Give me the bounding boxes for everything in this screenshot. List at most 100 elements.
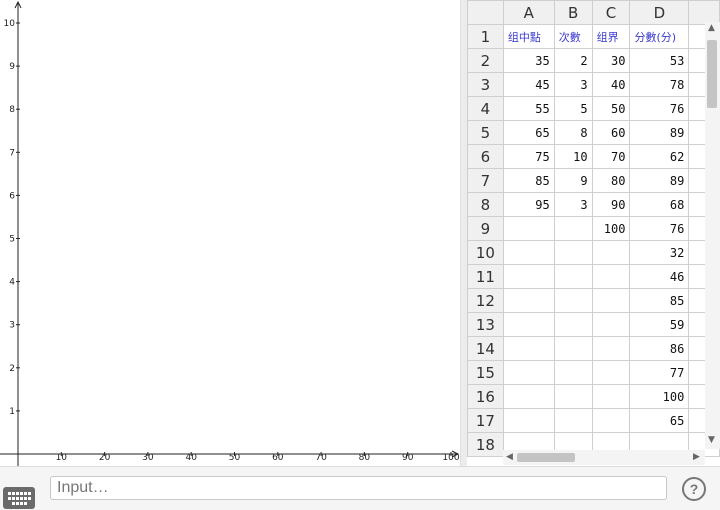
data-cell[interactable]: 95 bbox=[502, 192, 555, 217]
row-header[interactable]: 11 bbox=[467, 264, 504, 289]
data-cell[interactable]: 9 bbox=[553, 168, 593, 193]
data-cell[interactable]: 76 bbox=[629, 96, 690, 121]
data-cell[interactable] bbox=[553, 408, 593, 433]
data-cell[interactable] bbox=[553, 336, 593, 361]
data-cell[interactable]: 65 bbox=[502, 120, 555, 145]
data-cell[interactable]: 78 bbox=[629, 72, 690, 97]
row-header[interactable]: 17 bbox=[467, 408, 504, 433]
data-cell[interactable]: 30 bbox=[591, 48, 631, 73]
data-cell[interactable]: 10 bbox=[553, 144, 593, 169]
data-cell[interactable]: 100 bbox=[629, 384, 690, 409]
data-cell[interactable]: 77 bbox=[629, 360, 690, 385]
data-cell[interactable] bbox=[502, 408, 555, 433]
data-cell[interactable]: 80 bbox=[591, 168, 631, 193]
data-cell[interactable] bbox=[502, 360, 555, 385]
vertical-scroll-thumb[interactable] bbox=[707, 40, 717, 108]
row-header[interactable]: 12 bbox=[467, 288, 504, 313]
data-cell[interactable] bbox=[553, 216, 593, 241]
data-cell[interactable]: 8 bbox=[553, 120, 593, 145]
row-header[interactable]: 5 bbox=[467, 120, 504, 145]
header-cell[interactable]: 组界 bbox=[591, 24, 631, 49]
vertical-scrollbar[interactable]: ▲ ▼ bbox=[705, 22, 720, 449]
data-cell[interactable]: 2 bbox=[553, 48, 593, 73]
column-header-b[interactable]: B bbox=[553, 0, 593, 25]
row-header[interactable]: 2 bbox=[467, 48, 504, 73]
data-cell[interactable] bbox=[553, 264, 593, 289]
data-cell[interactable] bbox=[591, 288, 631, 313]
data-cell[interactable]: 62 bbox=[629, 144, 690, 169]
data-cell[interactable] bbox=[502, 288, 555, 313]
data-cell[interactable] bbox=[591, 384, 631, 409]
scroll-left-icon[interactable]: ◀ bbox=[506, 453, 513, 462]
data-cell[interactable] bbox=[502, 336, 555, 361]
data-cell[interactable]: 75 bbox=[502, 144, 555, 169]
data-cell[interactable]: 85 bbox=[502, 168, 555, 193]
data-cell[interactable]: 40 bbox=[591, 72, 631, 97]
column-header-e[interactable] bbox=[688, 0, 720, 25]
data-cell[interactable]: 68 bbox=[629, 192, 690, 217]
data-cell[interactable]: 45 bbox=[502, 72, 555, 97]
scroll-up-icon[interactable]: ▲ bbox=[708, 24, 715, 33]
graphics-view[interactable]: 10 20 30 40 50 60 70 80 90 100 1 2 3 4 5 6 7 8 9 10 bbox=[0, 0, 460, 466]
keyboard-icon[interactable] bbox=[3, 487, 35, 509]
data-cell[interactable]: 70 bbox=[591, 144, 631, 169]
spreadsheet-view[interactable]: A B C D 1 组中點 次數 组界 分數(分) 2 35 2 30 53 3 45 3 40 78 4 55… bbox=[467, 0, 720, 466]
data-cell[interactable] bbox=[553, 288, 593, 313]
row-header[interactable]: 16 bbox=[467, 384, 504, 409]
data-cell[interactable] bbox=[502, 240, 555, 265]
column-header-c[interactable]: C bbox=[591, 0, 631, 25]
data-cell[interactable] bbox=[553, 384, 593, 409]
horizontal-scrollbar[interactable]: ◀ ▶ bbox=[503, 450, 705, 465]
data-cell[interactable]: 100 bbox=[591, 216, 631, 241]
data-cell[interactable] bbox=[591, 360, 631, 385]
row-header[interactable]: 8 bbox=[467, 192, 504, 217]
data-cell[interactable] bbox=[591, 240, 631, 265]
data-cell[interactable]: 50 bbox=[591, 96, 631, 121]
horizontal-scroll-thumb[interactable] bbox=[517, 453, 575, 462]
scroll-down-icon[interactable]: ▼ bbox=[708, 436, 715, 445]
header-cell[interactable]: 组中點 bbox=[502, 24, 555, 49]
data-cell[interactable]: 35 bbox=[502, 48, 555, 73]
data-cell[interactable]: 85 bbox=[629, 288, 690, 313]
row-header[interactable]: 9 bbox=[467, 216, 504, 241]
data-cell[interactable]: 55 bbox=[502, 96, 555, 121]
data-cell[interactable] bbox=[591, 408, 631, 433]
data-cell[interactable] bbox=[502, 384, 555, 409]
data-cell[interactable] bbox=[591, 312, 631, 337]
data-cell[interactable] bbox=[553, 312, 593, 337]
row-header[interactable]: 6 bbox=[467, 144, 504, 169]
column-header-d[interactable]: D bbox=[629, 0, 690, 25]
data-cell[interactable] bbox=[553, 240, 593, 265]
data-cell[interactable]: 59 bbox=[629, 312, 690, 337]
row-header[interactable]: 7 bbox=[467, 168, 504, 193]
row-header[interactable]: 13 bbox=[467, 312, 504, 337]
row-header[interactable]: 4 bbox=[467, 96, 504, 121]
row-header[interactable]: 10 bbox=[467, 240, 504, 265]
row-header[interactable]: 15 bbox=[467, 360, 504, 385]
header-cell[interactable]: 次數 bbox=[553, 24, 593, 49]
data-cell[interactable] bbox=[553, 360, 593, 385]
data-cell[interactable]: 53 bbox=[629, 48, 690, 73]
data-cell[interactable]: 3 bbox=[553, 72, 593, 97]
data-cell[interactable]: 90 bbox=[591, 192, 631, 217]
scroll-right-icon[interactable]: ▶ bbox=[693, 453, 700, 462]
data-cell[interactable]: 65 bbox=[629, 408, 690, 433]
data-cell[interactable]: 89 bbox=[629, 120, 690, 145]
data-cell[interactable] bbox=[502, 216, 555, 241]
data-cell[interactable] bbox=[591, 336, 631, 361]
column-header-a[interactable]: A bbox=[502, 0, 555, 25]
help-icon[interactable]: ? bbox=[682, 477, 706, 501]
data-cell[interactable]: 86 bbox=[629, 336, 690, 361]
data-cell[interactable] bbox=[502, 264, 555, 289]
data-cell[interactable]: 32 bbox=[629, 240, 690, 265]
data-cell[interactable]: 89 bbox=[629, 168, 690, 193]
header-cell[interactable]: 分數(分) bbox=[629, 24, 690, 49]
data-cell[interactable]: 46 bbox=[629, 264, 690, 289]
data-cell[interactable] bbox=[502, 312, 555, 337]
row-header[interactable]: 14 bbox=[467, 336, 504, 361]
data-cell[interactable]: 60 bbox=[591, 120, 631, 145]
corner-cell[interactable] bbox=[467, 0, 504, 25]
data-cell[interactable]: 3 bbox=[553, 192, 593, 217]
spreadsheet-grid[interactable]: A B C D 1 组中點 次數 组界 分數(分) 2 35 2 30 53 3 45 3 40 78 4 55… bbox=[467, 0, 720, 457]
data-cell[interactable] bbox=[591, 264, 631, 289]
